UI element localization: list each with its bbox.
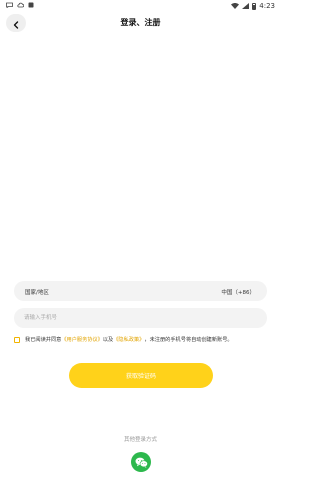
- page-title: 登录、注册: [120, 18, 161, 27]
- agreement-suffix: ，未注册的手机号将自动创建新账号。: [144, 337, 233, 343]
- phone-field: [14, 308, 267, 328]
- battery-icon: [252, 2, 257, 10]
- wechat-login-button[interactable]: [131, 452, 151, 472]
- agreement-prefix: 我已阅读并同意: [25, 337, 62, 343]
- notification-icon: [28, 2, 34, 10]
- agreement-row: 我已阅读并同意 《用户服务协议》 以及 《隐私政策》 ，未注册的手机号将自动创建…: [14, 336, 270, 343]
- region-label: 国家/地区: [25, 290, 49, 296]
- agreement-checkbox[interactable]: [14, 336, 20, 343]
- agreement-and: 以及: [102, 337, 114, 343]
- other-login-label: 其他登录方式: [123, 437, 157, 443]
- region-value: 中国（+86）: [221, 290, 255, 296]
- status-bar: 4:23: [0, 0, 281, 12]
- user-agreement-link[interactable]: 《用户服务协议》: [61, 336, 103, 343]
- message-icon: [6, 2, 13, 10]
- privacy-policy-link[interactable]: 《隐私政策》: [113, 336, 144, 343]
- get-code-button[interactable]: 获取验证码: [69, 363, 213, 388]
- status-time: 4:23: [259, 2, 275, 10]
- header: 登录、注册: [0, 12, 281, 34]
- wifi-icon: [231, 2, 240, 10]
- wechat-icon: [135, 453, 148, 472]
- signal-icon: [242, 3, 250, 9]
- phone-input[interactable]: [14, 308, 267, 328]
- region-selector[interactable]: 国家/地区 中国（+86）: [14, 281, 267, 301]
- cloud-icon: [17, 2, 25, 10]
